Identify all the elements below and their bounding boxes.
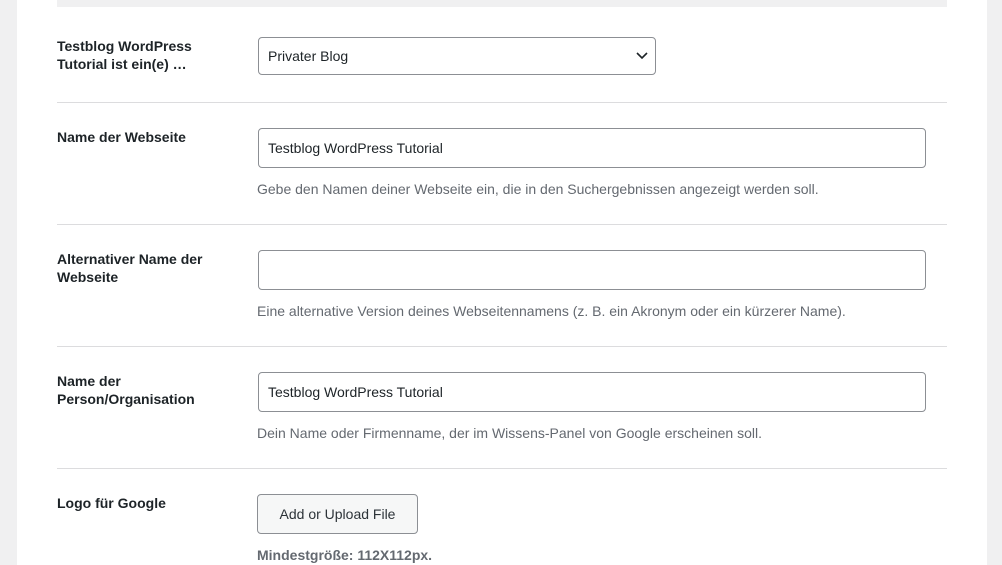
divider	[57, 224, 947, 225]
site-type-select[interactable]: Privater Blog	[258, 37, 656, 75]
chevron-down-icon	[636, 52, 648, 60]
site-name-label: Name der Webseite	[57, 129, 186, 145]
site-type-selected-value: Privater Blog	[268, 48, 349, 64]
divider	[57, 102, 947, 103]
site-type-label: Testblog WordPress Tutorial ist ein(e) …	[57, 38, 192, 72]
person-org-input[interactable]	[258, 372, 926, 412]
site-type-row: Testblog WordPress Tutorial ist ein(e) ……	[57, 37, 947, 97]
logo-row: Logo für Google Add or Upload File Minde…	[57, 494, 947, 565]
divider	[57, 346, 947, 347]
upload-file-button[interactable]: Add or Upload File	[257, 494, 418, 534]
site-name-description: Gebe den Namen deiner Webseite ein, die …	[257, 181, 819, 197]
person-org-row: Name der Person/Organisation Dein Name o…	[57, 372, 947, 452]
site-name-row: Name der Webseite Gebe den Namen deiner …	[57, 128, 947, 208]
person-org-description: Dein Name oder Firmenname, der im Wissen…	[257, 425, 762, 441]
alt-site-name-row: Alternativer Name der Webseite Eine alte…	[57, 250, 947, 330]
alt-site-name-description: Eine alternative Version deines Webseite…	[257, 303, 846, 319]
logo-label: Logo für Google	[57, 495, 166, 511]
person-org-label: Name der Person/Organisation	[57, 373, 195, 407]
alt-site-name-input[interactable]	[258, 250, 926, 290]
top-strip	[57, 0, 947, 7]
logo-size-note: Mindestgröße: 112X112px.	[257, 547, 433, 563]
divider	[57, 468, 947, 469]
site-name-input[interactable]	[258, 128, 926, 168]
settings-panel: Testblog WordPress Tutorial ist ein(e) ……	[17, 0, 987, 565]
alt-site-name-label: Alternativer Name der Webseite	[57, 251, 203, 285]
